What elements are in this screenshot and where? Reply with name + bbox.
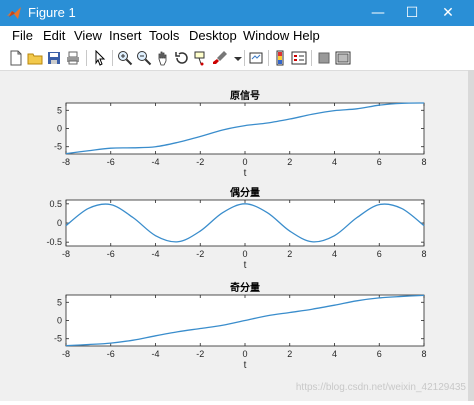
menu-file[interactable]: File [12,28,33,43]
y-tick-label: -5 [54,334,62,344]
x-tick-label: 2 [287,157,292,167]
watermark-text: https://blog.csdn.net/weixin_42129435 [295,382,466,393]
y-tick-label: 0 [57,124,62,134]
subplot-title: 奇分量 [230,281,260,294]
x-tick-label: -8 [62,249,70,259]
toolbar-separator [112,50,113,66]
title-bar[interactable]: Figure 1 — ☐ ✕ [0,0,474,26]
window-title: Figure 1 [28,5,76,20]
axes-box [65,102,425,155]
y-tick-label: 5 [57,297,62,307]
maximize-button[interactable]: ☐ [396,0,428,26]
x-tick-label: 0 [242,249,247,259]
x-tick-label: 8 [421,249,426,259]
x-tick-label: -6 [107,349,115,359]
subplot-3: 奇分量 -8 -6 -4 -2 0 2 4 6 8 t 5 0 -5 [54,281,427,371]
toolbar-separator [86,50,87,66]
x-tick-label: 6 [377,249,382,259]
menu-desktop[interactable]: Desktop [189,28,237,43]
y-tick-label: 5 [57,105,62,115]
x-tick-label: 0 [242,349,247,359]
new-figure-icon[interactable] [8,50,24,66]
x-tick-label: -2 [196,249,204,259]
x-tick-label: -4 [151,157,159,167]
x-axis-label: t [244,260,247,271]
figure-window: Figure 1 — ☐ ✕ File Edit View Insert Too… [0,0,474,401]
menu-tools[interactable]: Tools [149,28,179,43]
menu-bar: File Edit View Insert Tools Desktop Wind… [0,26,474,46]
menu-view[interactable]: View [74,28,102,43]
close-button[interactable]: ✕ [432,0,464,26]
subplot-1: 原信号 -8 -6 -4 -2 0 2 4 6 8 t 5 0 -5 [54,89,427,179]
minimize-button[interactable]: — [362,0,394,26]
x-tick-label: 8 [421,157,426,167]
x-tick-label: -6 [107,249,115,259]
x-tick-label: 2 [287,349,292,359]
x-tick-label: -4 [151,349,159,359]
y-tick-label: -0.5 [46,237,62,247]
toolbar-separator [244,50,245,66]
y-tick-label: -5 [54,142,62,152]
colorbar-icon[interactable] [272,50,288,66]
x-axis-label: t [244,168,247,179]
pan-icon[interactable] [155,50,171,66]
figure-canvas: 原信号 -8 -6 -4 -2 0 2 4 6 8 t 5 0 -5 偶分量 -8 -6 -4 -2 0 2 4 6 8 t 0.… [6,71,468,401]
subplot-title: 原信号 [230,89,260,102]
menu-insert[interactable]: Insert [109,28,142,43]
pointer-icon[interactable] [92,50,108,66]
x-axis-label: t [244,360,247,371]
save-icon[interactable] [46,50,62,66]
subplot-title: 偶分量 [229,186,260,199]
window-right-edge [468,70,474,401]
x-tick-label: 4 [332,249,337,259]
zoom-out-icon[interactable] [136,50,152,66]
print-icon[interactable] [65,50,81,66]
matlab-logo-icon [7,7,21,19]
x-tick-label: -8 [62,157,70,167]
x-tick-label: 8 [421,349,426,359]
zoom-in-icon[interactable] [117,50,133,66]
x-tick-label: 0 [242,157,247,167]
show-plot-tools-icon[interactable] [335,50,351,66]
y-tick-label: 0 [57,218,62,228]
link-icon[interactable] [248,50,264,66]
x-tick-label: -2 [196,349,204,359]
data-cursor-icon[interactable] [193,50,209,66]
plots-svg: 原信号 -8 -6 -4 -2 0 2 4 6 8 t 5 0 -5 偶分量 -8 -6 -4 -2 0 2 4 6 8 t 0.… [46,89,427,371]
axes-box [65,199,425,247]
menu-window[interactable]: Window [243,28,289,43]
open-icon[interactable] [27,50,43,66]
x-tick-label: 4 [332,157,337,167]
x-tick-label: -4 [151,249,159,259]
rotate-icon[interactable] [174,50,190,66]
hide-plot-tools-icon[interactable] [316,50,332,66]
x-tick-label: 6 [377,349,382,359]
subplot-2: 偶分量 -8 -6 -4 -2 0 2 4 6 8 t 0.5 0 -0.5 [46,186,426,271]
x-tick-label: 4 [332,349,337,359]
toolbar-separator [268,50,269,66]
legend-icon[interactable] [291,50,307,66]
figure-toolbar [0,46,474,71]
menu-help[interactable]: Help [293,28,320,43]
brush-icon[interactable] [212,50,228,66]
menu-edit[interactable]: Edit [43,28,65,43]
y-tick-label: 0.5 [49,199,62,209]
x-tick-label: -6 [107,157,115,167]
x-tick-label: -8 [62,349,70,359]
x-tick-label: -2 [196,157,204,167]
y-tick-label: 0 [57,316,62,326]
toolbar-separator [311,50,312,66]
x-tick-label: 6 [377,157,382,167]
x-tick-label: 2 [287,249,292,259]
